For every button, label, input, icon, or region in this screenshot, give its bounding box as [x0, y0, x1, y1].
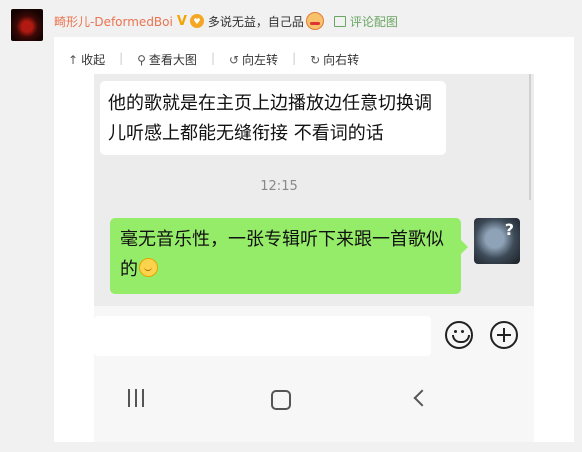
chat-avatar [474, 218, 520, 264]
arrow-up-icon: ↑ [68, 52, 79, 67]
plus-icon[interactable] [490, 321, 518, 349]
scrollbar [529, 74, 531, 200]
magnifier-icon: ⚲ [137, 52, 146, 67]
smile-emoji-icon [139, 258, 158, 277]
view-large-button[interactable]: ⚲ 查看大图 [137, 51, 197, 68]
rotate-left-label: 向左转 [242, 53, 279, 67]
image-card: ↑ 收起 | ⚲ 查看大图 | ↺ 向左转 | ↻ 向右转 他的歌就是在主页上边… [54, 37, 574, 442]
fan-badge-icon: ♥ [189, 14, 204, 28]
image-toolbar: ↑ 收起 | ⚲ 查看大图 | ↺ 向左转 | ↻ 向右转 [68, 51, 359, 68]
back-icon[interactable] [413, 389, 431, 407]
user-avatar[interactable] [11, 9, 43, 41]
divider: | [292, 51, 297, 65]
chat-screenshot[interactable]: 他的歌就是在主页上边播放边任意切换调儿听感上都能无缝衔接 不看词的话 12:15… [94, 74, 534, 442]
emoji-icon[interactable] [445, 321, 473, 349]
comment-pic-label: 评论配图 [349, 14, 398, 29]
rotate-right-label: 向右转 [323, 53, 360, 67]
recent-apps-icon[interactable] [128, 389, 146, 407]
sent-message-bubble: 毫无音乐性，一张专辑听下来跟一首歌似的 [110, 218, 468, 294]
rotate-left-button[interactable]: ↺ 向左转 [229, 51, 278, 68]
emoji-icon [305, 12, 324, 30]
rotate-right-icon: ↻ [310, 52, 321, 67]
post-text: 多说无益，自己品 [207, 14, 304, 29]
divider: | [119, 51, 124, 65]
message-input[interactable] [94, 316, 431, 356]
chat-input-bar [94, 306, 534, 364]
android-nav-bar [94, 364, 534, 442]
image-icon [333, 15, 346, 27]
collapse-label: 收起 [81, 53, 106, 67]
rotate-left-icon: ↺ [228, 52, 240, 67]
username-link[interactable]: 畸形儿-DeformedBoi [54, 13, 173, 30]
sent-message-text: 毫无音乐性，一张专辑听下来跟一首歌似的 [120, 229, 444, 280]
verified-badge: V [176, 13, 187, 29]
rotate-right-button[interactable]: ↻ 向右转 [310, 51, 359, 68]
collapse-button[interactable]: ↑ 收起 [68, 51, 105, 68]
comment-pic-link[interactable]: 评论配图 [333, 13, 398, 30]
message-timestamp: 12:15 [260, 179, 298, 194]
view-large-label: 查看大图 [148, 53, 197, 67]
received-message-bubble: 他的歌就是在主页上边播放边任意切换调儿听感上都能无缝衔接 不看词的话 [100, 81, 446, 155]
home-icon[interactable] [271, 390, 291, 410]
divider: | [210, 51, 215, 65]
post-header: 畸形儿-DeformedBoi V ♥ 多说无益，自己品 评论配图 [54, 12, 398, 30]
